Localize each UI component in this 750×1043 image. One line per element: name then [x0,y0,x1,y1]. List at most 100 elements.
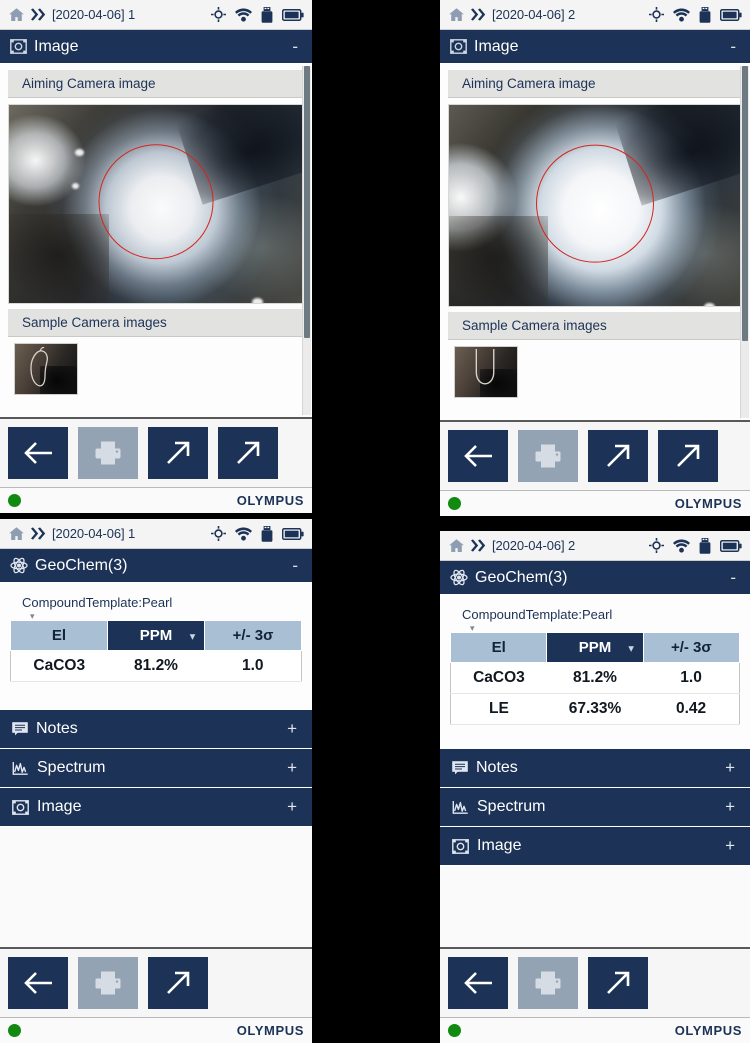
home-icon[interactable] [448,538,465,554]
sample-thumbnail[interactable] [454,346,518,398]
device-panel-bottom-left: [2020-04-06] 1 GeoChem(3) - CompoundTemp… [0,519,312,1043]
export-button[interactable] [148,427,208,479]
export-button[interactable] [588,430,648,482]
record-title: [2020-04-06] 1 [52,7,136,22]
vertical-scrollbar[interactable] [740,66,749,418]
spectrum-icon [452,800,469,815]
sample-thumbnail[interactable] [14,343,78,395]
section-header-geochem[interactable]: GeoChem(3) - [440,561,750,595]
device-panel-top-right: [2020-04-06] 2 Image - Aiming Camera ima… [440,0,750,516]
target-circle-icon [98,144,214,260]
status-footer: OLYMPUS [0,487,312,513]
notes-icon [452,761,468,775]
column-header-ppm[interactable]: PPM ▾ [546,632,644,663]
chevron-down-icon[interactable]: ▾ [629,643,634,654]
accordion-label: Spectrum [477,798,546,815]
status-led-indicator [448,497,461,510]
status-footer: OLYMPUS [440,1017,750,1043]
section-header-image[interactable]: Image - [440,30,750,64]
accordion-label: Notes [36,720,78,737]
chevron-double-right-icon[interactable] [470,8,487,21]
expand-toggle[interactable]: + [725,797,738,817]
home-icon[interactable] [448,7,465,23]
section-header-image[interactable]: Image - [0,30,312,64]
chevron-double-right-icon[interactable] [30,527,47,540]
back-button[interactable] [448,957,508,1009]
collapse-toggle[interactable]: - [730,37,740,57]
table-bottom-spacer [0,682,312,710]
chevron-down-icon[interactable]: ▾ [190,631,195,642]
sample-thumbnail-list [8,337,304,403]
accordion-item-spectrum[interactable]: Spectrum + [440,788,750,827]
accordion-item-image[interactable]: Image + [440,827,750,866]
target-icon [649,7,664,22]
column-header-ppm[interactable]: PPM ▾ [107,620,205,651]
cell-element: CaCO3 [450,662,547,694]
accordion-label: Notes [476,759,518,776]
expand-toggle[interactable]: + [725,836,738,856]
compound-template-label: CompoundTemplate:Pearl [462,607,613,622]
screenshot-stage: [2020-04-06] 1 Image - Aiming Camera ima… [0,0,750,1043]
aiming-camera-image[interactable] [448,104,742,307]
sample-camera-label: Sample Camera images [448,312,742,340]
bottom-toolbar [0,947,312,1017]
share-button[interactable] [218,427,278,479]
table-row[interactable]: LE 67.33% 0.42 [450,693,740,725]
results-table: El PPM ▾ +/- 3σ CaCO3 81.2% 1.0 [10,620,302,682]
results-table: El PPM ▾ +/- 3σ CaCO3 81.2% 1.0 [449,632,741,725]
image-icon [10,39,27,54]
expand-toggle[interactable]: + [287,758,300,778]
home-icon[interactable] [8,526,25,542]
aiming-camera-image[interactable] [8,104,304,304]
collapse-toggle[interactable]: - [292,556,302,576]
table-options-chevron-icon[interactable]: ▾ [0,612,312,621]
accordion-sections: Notes + Spectrum + Image + [0,710,312,827]
wifi-icon [673,539,690,553]
accordion-item-spectrum[interactable]: Spectrum + [0,749,312,788]
collapse-toggle[interactable]: - [292,37,302,57]
home-icon[interactable] [8,7,25,23]
image-icon [12,799,29,815]
chevron-double-right-icon[interactable] [470,539,487,552]
vertical-scrollbar[interactable] [302,66,311,415]
usb-drive-icon [261,6,273,23]
record-title: [2020-04-06] 1 [52,526,136,541]
scrollbar-thumb[interactable] [304,66,310,339]
section-header-geochem[interactable]: GeoChem(3) - [0,549,312,583]
cell-ppm: 81.2% [107,650,205,682]
usb-drive-icon [699,6,711,23]
print-button[interactable] [78,427,138,479]
image-icon [450,39,467,54]
share-button[interactable] [658,430,718,482]
print-button[interactable] [518,430,578,482]
scrollbar-thumb[interactable] [742,66,748,341]
usb-drive-icon [699,537,711,554]
accordion-item-notes[interactable]: Notes + [0,710,312,749]
print-button[interactable] [78,957,138,1009]
table-row[interactable]: CaCO3 81.2% 1.0 [10,650,302,682]
export-button[interactable] [588,957,648,1009]
expand-toggle[interactable]: + [725,758,738,778]
cell-sigma: 1.0 [204,650,302,682]
battery-icon [719,539,742,552]
export-button[interactable] [148,957,208,1009]
highlight-spark [704,303,715,306]
table-row[interactable]: CaCO3 81.2% 1.0 [450,662,740,694]
cell-sigma: 1.0 [643,662,740,694]
print-button[interactable] [518,957,578,1009]
accordion-item-notes[interactable]: Notes + [440,749,750,788]
status-footer: OLYMPUS [0,1017,312,1043]
back-button[interactable] [8,427,68,479]
back-button[interactable] [8,957,68,1009]
column-header-element[interactable]: El [449,632,548,663]
back-button[interactable] [448,430,508,482]
column-header-element[interactable]: El [10,620,108,651]
section-title: GeoChem(3) [35,556,128,574]
table-options-chevron-icon[interactable]: ▾ [440,624,750,633]
expand-toggle[interactable]: + [287,719,300,739]
collapse-toggle[interactable]: - [730,568,740,588]
expand-toggle[interactable]: + [287,797,300,817]
cell-ppm: 67.33% [546,693,644,725]
accordion-item-image[interactable]: Image + [0,788,312,827]
chevron-double-right-icon[interactable] [30,8,47,21]
